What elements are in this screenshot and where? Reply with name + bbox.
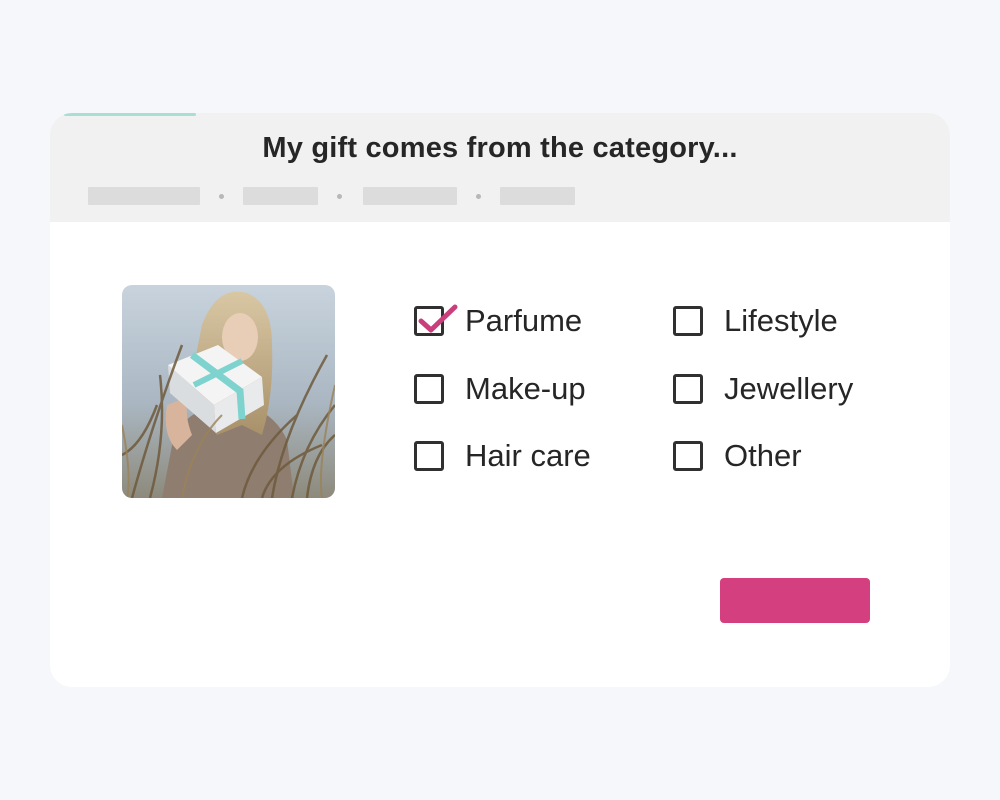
checkbox[interactable] <box>414 374 444 404</box>
checkbox[interactable] <box>673 441 703 471</box>
option-label: Other <box>724 438 802 473</box>
breadcrumb-separator <box>476 194 481 199</box>
quiz-card: My gift comes from the category... Parfu… <box>50 113 950 687</box>
option-hair-care[interactable]: Hair care <box>414 437 591 475</box>
card-header: My gift comes from the category... <box>50 113 950 222</box>
breadcrumb-separator <box>219 194 224 199</box>
option-jewellery[interactable]: Jewellery <box>673 370 853 408</box>
option-label: Jewellery <box>724 371 854 406</box>
breadcrumb-separator <box>337 194 342 199</box>
progress-bar <box>64 113 196 116</box>
checkbox[interactable] <box>673 374 703 404</box>
option-label: Lifestyle <box>724 303 838 338</box>
check-icon <box>418 304 458 333</box>
checkbox[interactable] <box>673 306 703 336</box>
option-make-up[interactable]: Make-up <box>414 370 586 408</box>
question-title: My gift comes from the category... <box>262 132 738 164</box>
option-lifestyle[interactable]: Lifestyle <box>673 302 838 340</box>
breadcrumb-placeholder <box>500 187 575 205</box>
submit-button[interactable] <box>720 578 870 623</box>
breadcrumb-placeholder <box>363 187 457 205</box>
checkbox[interactable] <box>414 441 444 471</box>
option-other[interactable]: Other <box>673 437 802 475</box>
option-label: Parfume <box>465 303 583 338</box>
option-label: Make-up <box>465 371 586 406</box>
checkbox[interactable] <box>414 304 458 336</box>
breadcrumb-placeholder <box>88 187 200 205</box>
breadcrumb-placeholder <box>243 187 318 205</box>
option-parfume[interactable]: Parfume <box>414 302 582 340</box>
gift-photo <box>122 285 335 498</box>
option-label: Hair care <box>465 438 591 473</box>
